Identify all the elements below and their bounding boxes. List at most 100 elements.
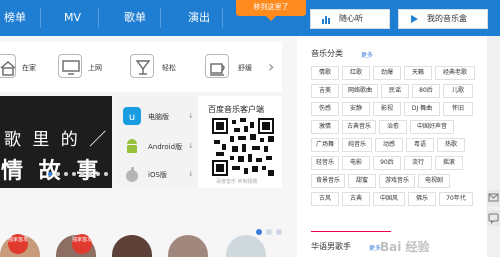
nav-item-mv[interactable]: MV <box>64 0 81 36</box>
category-tag[interactable]: 轻音乐 <box>311 156 339 170</box>
category-tag[interactable]: 90后 <box>373 156 401 170</box>
category-tag[interactable]: 流行 <box>404 156 432 170</box>
banner-line-1: 歌 里 的 ／ <box>4 130 110 150</box>
client-caption: 百度音乐 听到极致 <box>216 179 258 185</box>
download-android[interactable]: Android版 ↓ <box>122 136 198 156</box>
category-more-link[interactable]: 更多 <box>361 50 373 59</box>
category-tag[interactable]: 中国好声音 <box>410 120 454 134</box>
scene-strip: 在家 上网 轻松 舒缓 › <box>0 42 282 92</box>
banner-dot[interactable] <box>48 172 52 176</box>
category-tag[interactable]: 热歌 <box>437 138 465 152</box>
nav-divider <box>98 8 99 28</box>
category-tag[interactable]: 摇滚 <box>435 156 463 170</box>
nav-divider <box>160 8 161 28</box>
artist-thumbnail[interactable] <box>226 235 266 257</box>
category-tag[interactable]: 广场舞 <box>311 138 339 152</box>
banner-line-2: 情 故 事 <box>1 159 103 184</box>
feedback-icon[interactable] <box>487 210 500 226</box>
category-tag[interactable]: 影视 <box>373 102 401 116</box>
chevron-right-icon[interactable]: › <box>268 57 274 76</box>
category-tag[interactable]: 劲爆 <box>373 66 401 80</box>
nav-divider <box>222 8 223 28</box>
monitor-icon[interactable] <box>58 54 82 78</box>
category-tag[interactable]: 70年代 <box>439 192 473 206</box>
singers-title: 华语男歌手 <box>311 242 351 251</box>
download-ios-label: iOS版 <box>148 171 167 179</box>
play-icon <box>411 15 418 23</box>
section-divider <box>311 231 391 232</box>
banner-dot[interactable] <box>96 172 100 176</box>
category-tag[interactable]: 吉美 <box>311 84 339 98</box>
category-tag[interactable]: 经典老歌 <box>435 66 475 80</box>
pager-dot[interactable] <box>276 229 282 235</box>
category-tag[interactable]: 游戏音乐 <box>379 174 415 188</box>
category-tag[interactable]: 电影 <box>342 156 370 170</box>
banner-dot[interactable] <box>64 172 68 176</box>
exclusive-badge: 独家首发 <box>8 234 28 254</box>
apple-icon <box>126 167 138 182</box>
category-tag[interactable]: 甜蜜 <box>348 174 376 188</box>
category-tag[interactable]: 中国风 <box>373 192 405 206</box>
category-tag[interactable]: 治愈 <box>379 120 407 134</box>
download-ios[interactable]: iOS版 ↓ <box>122 164 198 184</box>
artist-thumbnail[interactable] <box>112 235 152 257</box>
category-tag[interactable]: 背景音乐 <box>311 174 345 188</box>
category-tag[interactable]: 红歌 <box>342 66 370 80</box>
svg-text:u: u <box>129 112 135 123</box>
moved-here-tooltip: 移到这里了 <box>236 0 306 21</box>
bars-icon <box>322 16 330 24</box>
music-homepage: 榜单 MV 歌单 演出 移到这里了 随心听 我的音乐盒 在家 上网 轻松 舒缓 … <box>0 0 500 257</box>
scene-label-soothing[interactable]: 舒缓 <box>238 63 252 73</box>
mail-icon[interactable] <box>487 190 500 206</box>
category-tag[interactable]: 古典 <box>342 192 370 206</box>
pc-app-icon: u <box>123 107 141 125</box>
category-tag[interactable]: 粤语 <box>406 138 434 152</box>
random-listen-button[interactable]: 随心听 <box>310 9 390 29</box>
category-tag[interactable]: 80后 <box>412 84 440 98</box>
banner-dot[interactable] <box>56 172 60 176</box>
banner-dot[interactable] <box>104 172 108 176</box>
scene-label-home[interactable]: 在家 <box>22 63 36 73</box>
pager-dot[interactable] <box>256 229 262 235</box>
download-pc[interactable]: u 电脑版 ↓ <box>122 106 198 126</box>
category-tag[interactable]: 古风 <box>311 192 339 206</box>
random-listen-label: 随心听 <box>339 14 363 23</box>
banner-dot[interactable] <box>88 172 92 176</box>
category-panel: 音乐分类 更多 情歌 红歌 劲爆 天籁 经典老歌 吉美 网络歌曲 民谣 80后 … <box>297 36 487 257</box>
category-tag[interactable]: 纯音乐 <box>342 138 372 152</box>
category-tag[interactable]: 电视剧 <box>418 174 450 188</box>
category-title: 音乐分类 <box>311 49 343 58</box>
watermark: Bai 经验 <box>380 240 430 254</box>
exclusive-badge: 独家首发 <box>72 234 92 254</box>
category-tag[interactable]: 民谣 <box>381 84 409 98</box>
banner-dot[interactable] <box>80 172 84 176</box>
pager-dot[interactable] <box>266 229 272 235</box>
category-tag[interactable]: 情歌 <box>311 66 339 80</box>
nav-item-playlists[interactable]: 歌单 <box>124 0 146 36</box>
nav-item-shows[interactable]: 演出 <box>188 0 210 36</box>
artist-thumbnail[interactable] <box>168 235 208 257</box>
category-tag[interactable]: DJ 舞曲 <box>404 102 440 116</box>
scene-label-relax[interactable]: 轻松 <box>162 63 176 73</box>
category-tag[interactable]: 怀旧 <box>443 102 473 116</box>
top-nav: 榜单 MV 歌单 演出 移到这里了 随心听 我的音乐盒 <box>0 0 500 36</box>
nav-item-charts[interactable]: 榜单 <box>4 0 26 36</box>
banner-dot[interactable] <box>72 172 76 176</box>
category-tag[interactable]: 动感 <box>375 138 403 152</box>
category-tag[interactable]: 古典音乐 <box>342 120 376 134</box>
client-download-panel: u 电脑版 ↓ Android版 ↓ iOS版 ↓ 百度音乐客户端 百度音乐 听… <box>116 96 282 188</box>
category-tag[interactable]: 网络歌曲 <box>342 84 378 98</box>
scene-label-online[interactable]: 上网 <box>88 63 102 73</box>
drink-icon[interactable] <box>130 54 154 78</box>
coffee-cup-icon[interactable] <box>205 54 229 78</box>
category-tag[interactable]: 儿歌 <box>443 84 473 98</box>
category-tag[interactable]: 激情 <box>311 120 339 134</box>
android-icon <box>127 139 137 153</box>
category-tag[interactable]: 安静 <box>342 102 370 116</box>
download-arrow-icon: ↓ <box>188 142 194 150</box>
home-icon[interactable] <box>0 54 16 78</box>
category-tag[interactable]: 伤感 <box>311 102 339 116</box>
music-box-button[interactable]: 我的音乐盒 <box>398 9 488 29</box>
category-tag[interactable]: 佛乐 <box>408 192 436 206</box>
category-tag[interactable]: 天籁 <box>404 66 432 80</box>
